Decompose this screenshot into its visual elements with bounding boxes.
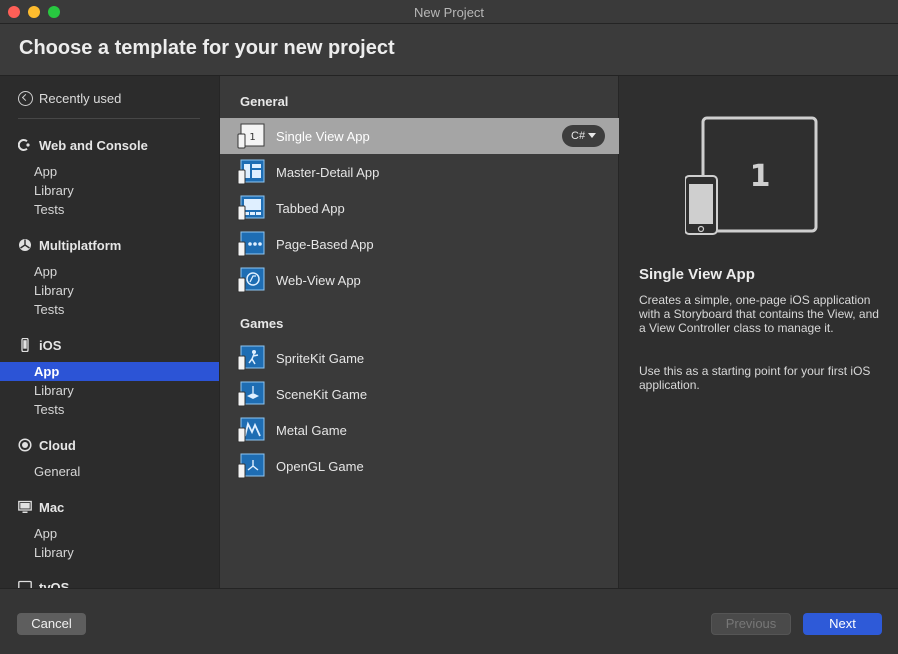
sidebar-category-label: Web and Console bbox=[39, 137, 148, 153]
template-preview-illustration: 1 bbox=[684, 116, 820, 236]
section-heading-games: Games bbox=[240, 316, 284, 331]
previous-button[interactable]: Previous bbox=[711, 613, 791, 635]
opengl-game-icon bbox=[237, 452, 265, 480]
window-title: New Project bbox=[413, 5, 485, 20]
template-master-detail-app[interactable]: Master-Detail App bbox=[220, 154, 619, 190]
sidebar-item-ios-library[interactable]: Library bbox=[0, 381, 219, 400]
cancel-button[interactable]: Cancel bbox=[17, 613, 86, 635]
sidebar-item-multi-tests[interactable]: Tests bbox=[0, 300, 219, 319]
sidebar-category-label: Multiplatform bbox=[39, 237, 122, 253]
sidebar-item-mac-app[interactable]: App bbox=[0, 524, 219, 543]
template-tabbed-app[interactable]: Tabbed App bbox=[220, 190, 619, 226]
sidebar-category-label: tvOS bbox=[39, 579, 70, 589]
sidebar-item-web-app[interactable]: App bbox=[0, 162, 219, 181]
template-detail-pane: 1 Single View App Creates a simple, one-… bbox=[620, 76, 898, 588]
template-metal-game[interactable]: Metal Game bbox=[220, 412, 619, 448]
template-label: Metal Game bbox=[276, 422, 347, 438]
sidebar-item-multi-library[interactable]: Library bbox=[0, 281, 219, 300]
sidebar-category-ios: iOS bbox=[18, 337, 61, 353]
sidebar-category-label: Cloud bbox=[39, 437, 76, 453]
recently-used-label: Recently used bbox=[39, 90, 122, 106]
iphone-icon bbox=[18, 337, 32, 353]
sidebar-category-label: iOS bbox=[39, 337, 62, 353]
sidebar-item-cloud-general[interactable]: General bbox=[0, 462, 219, 481]
metal-game-icon bbox=[237, 416, 265, 444]
svg-text:1: 1 bbox=[249, 132, 255, 143]
monitor-icon bbox=[18, 500, 32, 514]
template-label: OpenGL Game bbox=[276, 458, 364, 474]
title-bar: New Project bbox=[0, 0, 898, 24]
template-scenekit-game[interactable]: SceneKit Game bbox=[220, 376, 619, 412]
sidebar-item-ios-tests[interactable]: Tests bbox=[0, 400, 219, 419]
dialog-footer: Cancel Previous Next bbox=[0, 588, 898, 654]
sidebar-item-multi-app[interactable]: App bbox=[0, 262, 219, 281]
template-description: Creates a simple, one-page iOS applicati… bbox=[639, 293, 879, 335]
template-web-view-app[interactable]: Web-View App bbox=[220, 262, 619, 298]
sidebar-item-mac-library[interactable]: Library bbox=[0, 543, 219, 562]
page-based-app-icon bbox=[237, 230, 265, 258]
sidebar-item-web-tests[interactable]: Tests bbox=[0, 200, 219, 219]
cloud-icon bbox=[18, 438, 32, 452]
dialog-header: Choose a template for your new project bbox=[0, 24, 898, 76]
tv-icon bbox=[18, 580, 32, 588]
sidebar-category-mac: Mac bbox=[18, 499, 64, 515]
template-opengl-game[interactable]: OpenGL Game bbox=[220, 448, 619, 484]
template-usage-note: Use this as a starting point for your fi… bbox=[639, 364, 871, 392]
back-arrow-icon bbox=[18, 90, 33, 106]
new-project-window: New Project Choose a template for your n… bbox=[0, 0, 898, 654]
sidebar-divider bbox=[18, 118, 200, 119]
sidebar-category-label: Mac bbox=[39, 499, 65, 515]
template-single-view-app[interactable]: 1 Single View App C# bbox=[220, 118, 619, 154]
template-label: SceneKit Game bbox=[276, 386, 368, 402]
scenekit-game-icon bbox=[237, 380, 265, 408]
recently-used-link[interactable]: Recently used bbox=[18, 90, 121, 106]
section-heading-general: General bbox=[240, 94, 289, 109]
master-detail-app-icon bbox=[237, 158, 265, 186]
sidebar-category-cloud: Cloud bbox=[18, 437, 76, 453]
template-label: Tabbed App bbox=[276, 200, 345, 216]
template-label: SpriteKit Game bbox=[276, 350, 365, 366]
tabbed-app-icon bbox=[237, 194, 265, 222]
sidebar-item-web-library[interactable]: Library bbox=[0, 181, 219, 200]
single-view-app-icon: 1 bbox=[237, 122, 265, 150]
sidebar-category-multiplatform: Multiplatform bbox=[18, 237, 121, 253]
template-label: Master-Detail App bbox=[276, 164, 380, 180]
multiplatform-icon bbox=[18, 238, 32, 252]
template-detail-title: Single View App bbox=[639, 266, 755, 283]
sidebar-category-web-console: Web and Console bbox=[17, 137, 148, 153]
next-button[interactable]: Next bbox=[803, 613, 882, 635]
template-page-based-app[interactable]: Page-Based App bbox=[220, 226, 619, 262]
template-label: Web-View App bbox=[276, 272, 361, 288]
web-view-app-icon bbox=[237, 266, 265, 294]
preview-number: 1 bbox=[750, 159, 771, 194]
template-spritekit-game[interactable]: SpriteKit Game bbox=[220, 340, 619, 376]
template-list: General 1 Single View App C# Master-Deta… bbox=[219, 76, 619, 588]
template-label: Single View App bbox=[276, 128, 370, 144]
page-title: Choose a template for your new project bbox=[19, 37, 395, 59]
web-console-icon bbox=[17, 138, 32, 152]
spritekit-game-icon bbox=[237, 344, 265, 372]
sidebar-category-tvos: tvOS bbox=[18, 579, 69, 588]
template-label: Page-Based App bbox=[276, 236, 374, 252]
category-sidebar: Recently used Web and Console App Librar… bbox=[0, 76, 219, 588]
language-dropdown[interactable]: C# bbox=[562, 125, 605, 147]
sidebar-item-ios-app[interactable]: App bbox=[0, 362, 219, 381]
